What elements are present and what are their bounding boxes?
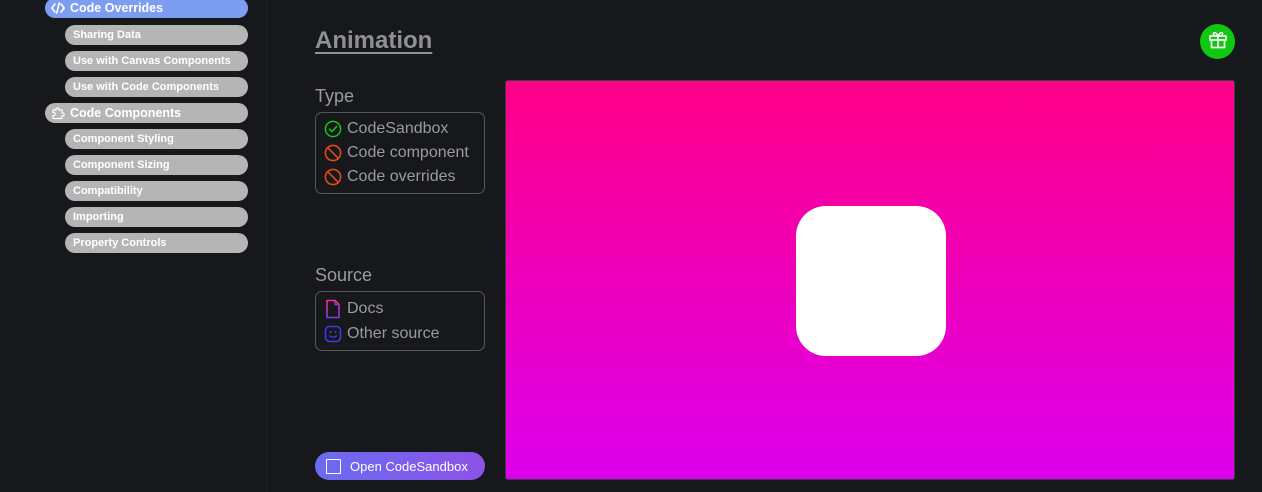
sidebar-item-label: Component Sizing [73,159,170,171]
type-list: CodeSandbox Code component Code override… [315,112,485,194]
external-square-icon [326,458,341,474]
sidebar-item-sharing-data[interactable]: Sharing Data [65,25,248,45]
sidebar-item-importing[interactable]: Importing [65,207,248,227]
sidebar-item-label: Importing [73,211,124,223]
sidebar-item-component-sizing[interactable]: Component Sizing [65,155,248,175]
sidebar-item-label: Code Components [70,106,182,120]
block-icon [323,144,342,163]
type-heading: Type [315,86,355,106]
sidebar-item-label: Use with Canvas Components [73,55,231,67]
sidebar-item-label: Code Overrides [70,1,164,15]
source-item-other-source[interactable]: Other source [316,321,484,346]
puzzle-icon [51,106,65,120]
type-item-code-component: Code component [316,141,484,165]
source-item-label: Other source [347,324,440,342]
animation-preview[interactable] [505,80,1235,480]
gift-icon [1207,28,1229,55]
sidebar-item-label: Use with Code Components [73,81,220,93]
type-item-codesandbox: CodeSandbox [316,117,484,141]
check-circle-icon [323,120,342,139]
type-item-label: CodeSandbox [347,120,449,137]
source-item-label: Docs [347,299,384,317]
sidebar-item-component-styling[interactable]: Component Styling [65,129,248,149]
code-icon [51,1,65,15]
sidebar-item-code-components[interactable]: Code Components [45,103,248,123]
sidebar-item-code-overrides[interactable]: Code Overrides [45,0,248,18]
sidebar-item-label: Component Styling [73,133,174,145]
sidebar-item-label: Compatibility [73,185,143,197]
source-heading: Source [315,265,373,285]
sidebar-item-compatibility[interactable]: Compatibility [65,181,248,201]
gift-button[interactable] [1200,24,1235,59]
sidebar-item-use-with-code-components[interactable]: Use with Code Components [65,77,248,97]
page-title[interactable]: Animation [315,27,432,55]
source-list: Docs Other source [315,291,485,351]
sidebar-item-use-with-canvas-components[interactable]: Use with Canvas Components [65,51,248,71]
type-item-label: Code overrides [347,168,456,185]
sidebar-item-label: Property Controls [73,237,167,249]
open-codesandbox-button[interactable]: Open CodeSandbox [315,452,485,480]
sidebar-item-property-controls[interactable]: Property Controls [65,233,248,253]
sidebar: Code Overrides Sharing Data Use with Can… [0,0,267,492]
document-icon [323,299,342,318]
type-item-code-overrides: Code overrides [316,165,484,189]
open-codesandbox-label: Open CodeSandbox [350,458,468,474]
block-icon [323,168,342,187]
type-item-label: Code component [347,144,469,161]
sidebar-item-label: Sharing Data [73,29,141,41]
animated-square[interactable] [796,206,946,356]
source-item-docs[interactable]: Docs [316,296,484,321]
smiley-icon [323,324,342,343]
